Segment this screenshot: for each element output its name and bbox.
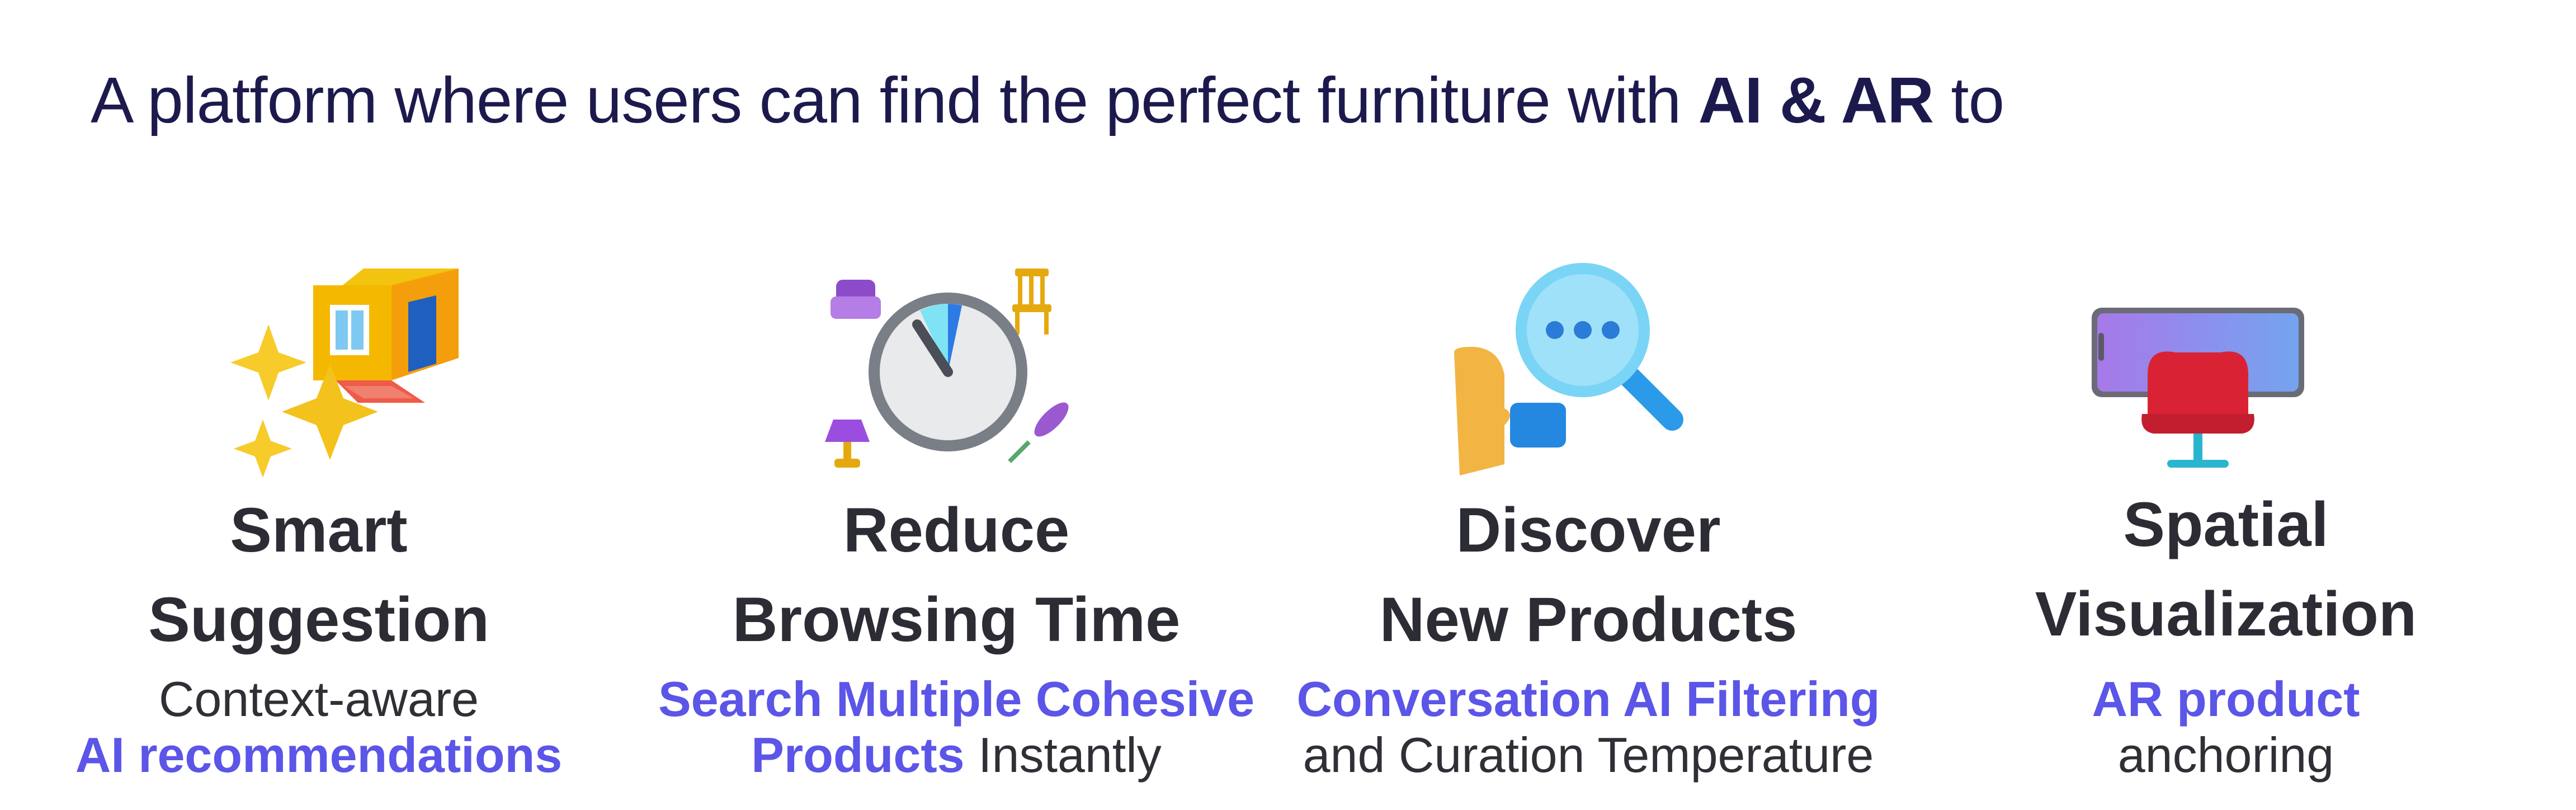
feature-desc-line1: AR product [2092, 671, 2360, 727]
feature-title-line2: Visualization [2035, 579, 2417, 649]
feature-spatial-visualization: Spatial Visualization AR product anchori… [1918, 0, 2533, 810]
stopwatch-furniture-icon [817, 257, 1085, 481]
feature-desc-line2: Products Instantly [649, 727, 1264, 783]
feature-desc-line2: and Curation Temperature [1303, 727, 1874, 783]
feature-desc-line1: Conversation AI Filtering [1296, 671, 1880, 727]
phone-ar-chair-icon [2086, 302, 2310, 481]
feature-title-line1: Discover [1456, 495, 1721, 565]
feature-desc-line2: AI recommendations [75, 727, 563, 783]
feature-desc-line1: Context-aware [158, 671, 479, 727]
feature-reduce-browsing-time: Reduce Browsing Time Search Multiple Coh… [649, 0, 1264, 810]
feature-title-line1: Reduce [843, 495, 1070, 565]
feature-smart-suggestion: Smart Suggestion Context-aware AI recomm… [11, 0, 626, 810]
feature-desc-line2: anchoring [2117, 727, 2334, 783]
feature-title-line1: Spatial [2123, 489, 2329, 559]
feature-desc-plain: Instantly [964, 727, 1162, 783]
feature-discover-new-products: Discover New Products Conversation AI Fi… [1281, 0, 1896, 810]
house-sparkles-icon [224, 252, 470, 487]
feature-desc-line1: Search Multiple Cohesive [658, 671, 1255, 727]
feature-title-line2: Suggestion [148, 585, 489, 654]
feature-desc-accent: Products [751, 727, 965, 783]
feature-title-line1: Smart [230, 495, 408, 565]
feature-title-line2: Browsing Time [732, 585, 1181, 654]
feature-title-line2: New Products [1379, 585, 1797, 654]
conversation-search-icon [1449, 263, 1706, 487]
